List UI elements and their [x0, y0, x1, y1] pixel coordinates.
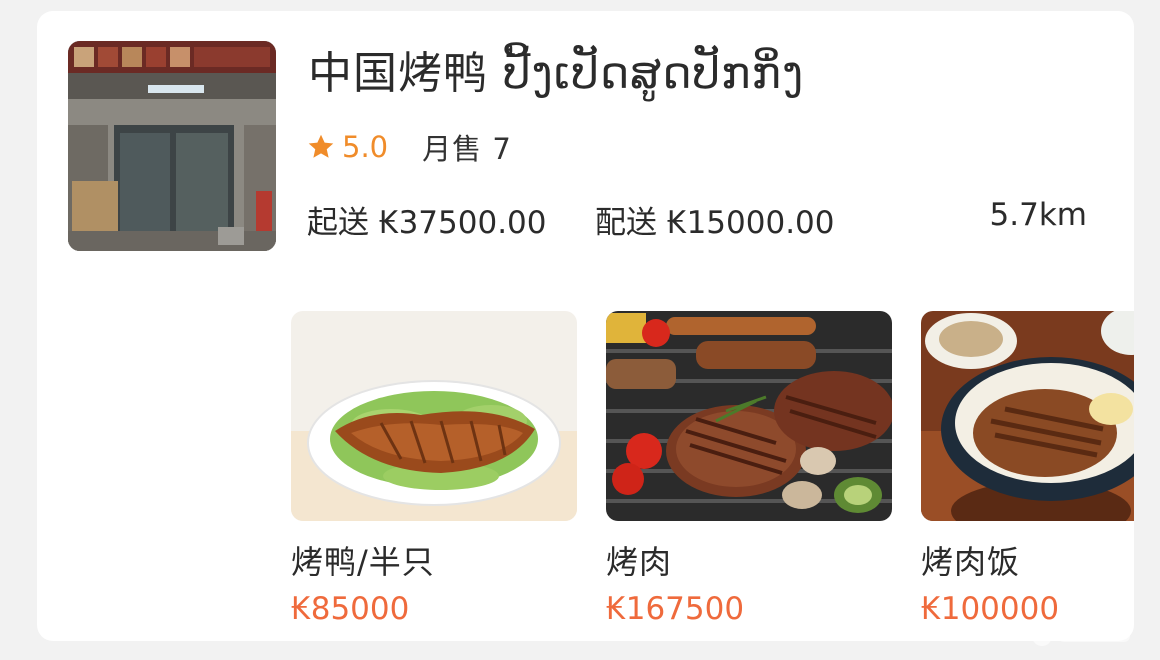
rating-score: 5.0 [342, 130, 389, 164]
dish-price: ₭167500 [606, 591, 745, 627]
dish-price: ₭85000 [291, 591, 410, 627]
dish-photo[interactable] [921, 311, 1134, 521]
dish-item-grilled-meat[interactable]: 烤肉 ₭167500 [606, 311, 892, 627]
dish-name: 烤肉 [606, 543, 673, 581]
grilled-meat-rice-image [921, 311, 1134, 521]
dish-item-grilled-meat-rice[interactable]: 烤肉饭 ₭100000 [921, 311, 1134, 627]
shop-name[interactable]: 中国烤鸭 ປີ້ງເປັດສູດປັກກິ່ງ [308, 37, 804, 101]
delivery-fee: 配送 ₭15000.00 [595, 205, 835, 241]
minimum-order: 起送 ₭37500.00 [307, 205, 547, 241]
dish-photo[interactable] [606, 311, 892, 521]
distance: 5.7km [989, 197, 1087, 233]
grilled-meat-image [606, 311, 892, 521]
storefront-photo[interactable] [68, 41, 276, 251]
fee-row: 起送 ₭37500.00 配送 ₭15000.00 5.7km [307, 197, 1087, 241]
dish-name: 烤鸭/半只 [291, 543, 435, 581]
storefront-image [68, 41, 276, 251]
watermark-logo [1032, 626, 1130, 646]
dish-item-roast-duck[interactable]: 烤鸭/半只 ₭85000 [291, 311, 577, 627]
restaurant-card[interactable]: 中国烤鸭 ປີ້ງເປັດສູດປັກກິ່ງ 5.0 月售 7 起送 ₭375… [37, 11, 1134, 641]
dish-name: 烤肉饭 [921, 543, 1021, 581]
rating-row: 5.0 月售 7 [306, 127, 512, 167]
monthly-sales: 月售 7 [422, 132, 512, 166]
dish-photo[interactable] [291, 311, 577, 521]
star-icon [308, 134, 334, 158]
roast-duck-image [291, 311, 577, 521]
